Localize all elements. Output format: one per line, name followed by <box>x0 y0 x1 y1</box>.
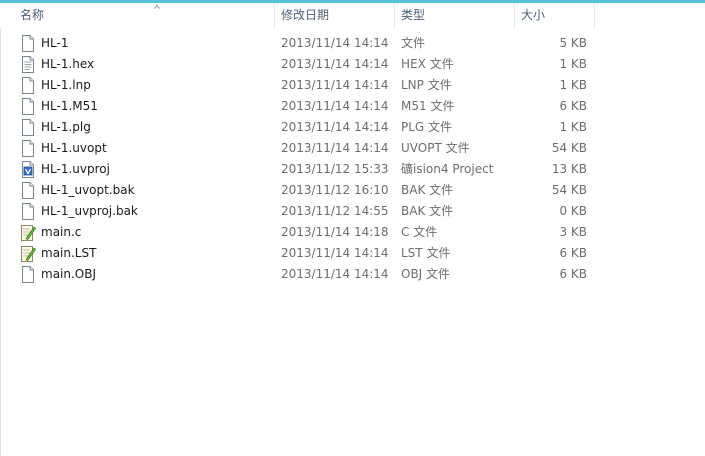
file-size: 6 KB <box>559 267 587 281</box>
file-name: main.c <box>41 225 82 239</box>
file-row[interactable]: main.c 2013/11/14 14:18 C 文件 3 KB <box>0 222 705 243</box>
file-modified-date: 2013/11/14 14:14 <box>281 120 389 134</box>
file-type: 文件 <box>401 36 426 50</box>
file-type: PLG 文件 <box>401 120 453 134</box>
document-icon <box>22 203 34 220</box>
column-header-date-label: 修改日期 <box>281 8 330 22</box>
file-size: 6 KB <box>559 246 587 260</box>
file-size: 1 KB <box>559 78 587 92</box>
file-row[interactable]: main.OBJ 2013/11/14 14:14 OBJ 文件 6 KB <box>0 264 705 285</box>
file-row[interactable]: HL-1 2013/11/14 14:14 文件 5 KB <box>0 33 705 54</box>
file-size: 54 KB <box>551 183 587 197</box>
column-header-name[interactable]: 名称 <box>14 3 275 28</box>
file-row[interactable]: HL-1.lnp 2013/11/14 14:14 LNP 文件 1 KB <box>0 75 705 96</box>
hex-file-icon <box>22 56 34 73</box>
file-name: HL-1.hex <box>41 57 95 71</box>
file-modified-date: 2013/11/12 14:55 <box>281 204 389 218</box>
file-type: 礦ision4 Project <box>401 162 494 176</box>
file-size: 1 KB <box>559 120 587 134</box>
file-size: 5 KB <box>559 36 587 50</box>
file-modified-date: 2013/11/14 14:14 <box>281 267 389 281</box>
file-modified-date: 2013/11/14 14:14 <box>281 99 389 113</box>
file-type: C 文件 <box>401 225 438 239</box>
file-row[interactable]: HL-1_uvproj.bak 2013/11/12 14:55 BAK 文件 0 K… <box>0 201 705 222</box>
edit-file-icon <box>21 246 36 262</box>
column-header-size[interactable]: 大小 <box>515 3 595 28</box>
file-row[interactable]: HL-1.hex 2013/11/14 14:14 HEX 文件 1 KB <box>0 54 705 75</box>
file-type: LST 文件 <box>401 246 451 260</box>
file-name: main.OBJ <box>41 267 97 281</box>
file-type: M51 文件 <box>401 99 455 113</box>
file-modified-date: 2013/11/14 14:14 <box>281 78 389 92</box>
file-modified-date: 2013/11/14 14:14 <box>281 57 389 71</box>
document-icon <box>22 266 34 283</box>
file-row[interactable]: HL-1.uvproj 2013/11/12 15:33 礦ision4 Proje… <box>0 159 705 180</box>
file-name: HL-1.lnp <box>41 78 91 92</box>
file-type: BAK 文件 <box>401 204 454 218</box>
file-type: HEX 文件 <box>401 57 454 71</box>
document-icon <box>22 35 34 52</box>
file-size: 1 KB <box>559 57 587 71</box>
file-row[interactable]: HL-1.M51 2013/11/14 14:14 M51 文件 6 KB <box>0 96 705 117</box>
file-size: 3 KB <box>559 225 587 239</box>
document-icon <box>22 119 34 136</box>
document-icon <box>22 182 34 199</box>
file-row[interactable]: HL-1_uvopt.bak 2013/11/12 16:10 BAK 文件 54 K… <box>0 180 705 201</box>
file-size: 54 KB <box>551 141 587 155</box>
file-size: 13 KB <box>551 162 587 176</box>
file-name: main.LST <box>41 246 97 260</box>
file-type: UVOPT 文件 <box>401 141 470 155</box>
sort-ascending-icon <box>154 4 160 9</box>
column-header-type-label: 类型 <box>401 8 426 22</box>
file-name: HL-1.uvopt <box>41 141 107 155</box>
document-icon <box>22 77 34 94</box>
file-modified-date: 2013/11/14 14:18 <box>281 225 389 239</box>
file-name: HL-1_uvopt.bak <box>41 183 135 197</box>
file-name: HL-1 <box>41 36 69 50</box>
column-header-type[interactable]: 类型 <box>395 3 515 28</box>
column-header-name-label: 名称 <box>20 8 45 22</box>
column-header-size-label: 大小 <box>521 8 546 22</box>
file-type: OBJ 文件 <box>401 267 451 281</box>
file-row[interactable]: HL-1.uvopt 2013/11/14 14:14 UVOPT 文件 54 KB <box>0 138 705 159</box>
file-size: 6 KB <box>559 99 587 113</box>
file-list: HL-1 2013/11/14 14:14 文件 5 KB HL-1.hex 2013/1… <box>0 33 705 285</box>
file-name: HL-1.plg <box>41 120 91 134</box>
file-modified-date: 2013/11/12 15:33 <box>281 162 389 176</box>
file-name: HL-1_uvproj.bak <box>41 204 138 218</box>
file-modified-date: 2013/11/12 16:10 <box>281 183 389 197</box>
file-size: 0 KB <box>559 204 587 218</box>
file-modified-date: 2013/11/14 14:14 <box>281 141 389 155</box>
file-type: LNP 文件 <box>401 78 452 92</box>
file-name: HL-1.M51 <box>41 99 98 113</box>
file-row[interactable]: HL-1.plg 2013/11/14 14:14 PLG 文件 1 KB <box>0 117 705 138</box>
file-name: HL-1.uvproj <box>41 162 110 176</box>
file-modified-date: 2013/11/14 14:14 <box>281 36 389 50</box>
column-header-bar: 名称 修改日期 类型 大小 <box>0 3 705 28</box>
document-icon <box>22 98 34 115</box>
file-type: BAK 文件 <box>401 183 454 197</box>
edit-file-icon <box>21 225 36 241</box>
uvision-project-icon <box>22 161 34 178</box>
file-modified-date: 2013/11/14 14:14 <box>281 246 389 260</box>
file-row[interactable]: main.LST 2013/11/14 14:14 LST 文件 6 KB <box>0 243 705 264</box>
column-header-date[interactable]: 修改日期 <box>275 3 395 28</box>
document-icon <box>22 140 34 157</box>
